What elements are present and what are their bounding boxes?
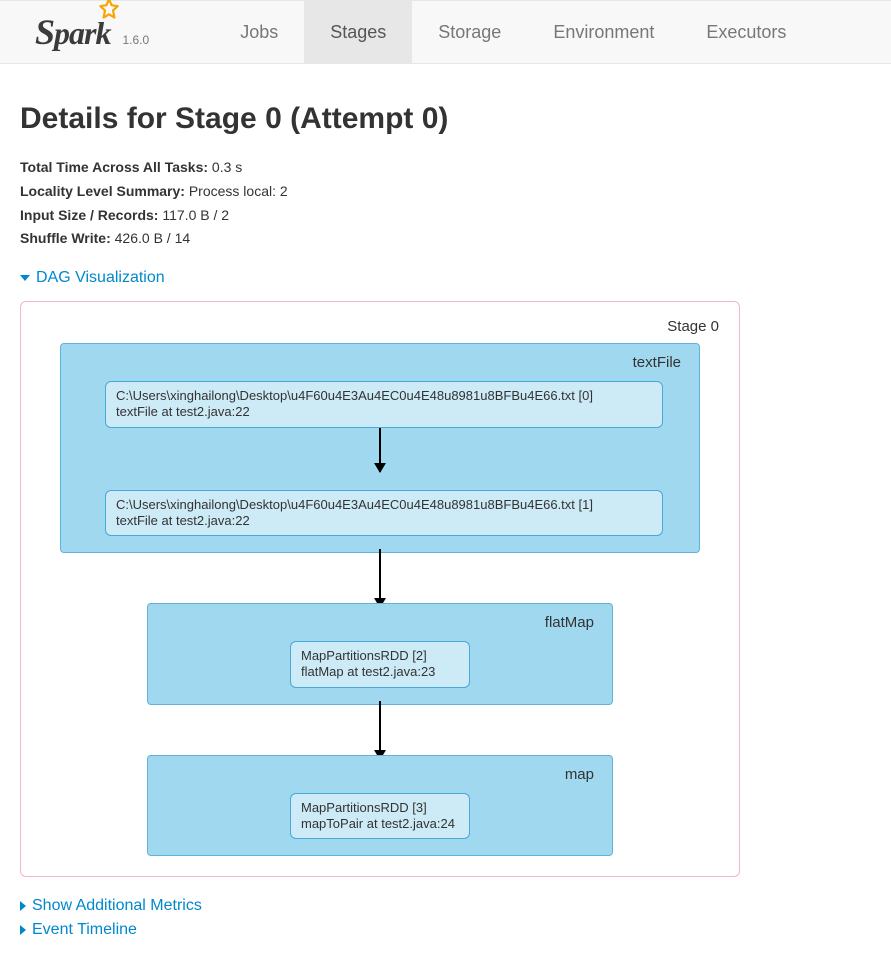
- dag-visualization: Stage 0 textFile C:\Users\xinghailong\De…: [20, 301, 740, 877]
- toggle-additional-metrics-label: Show Additional Metrics: [32, 897, 202, 915]
- metric-shuffle-label: Shuffle Write:: [20, 230, 111, 246]
- metric-locality-value: Process local: 2: [189, 183, 288, 199]
- nav-tab-storage[interactable]: Storage: [412, 1, 527, 63]
- metric-shuffle-value: 426.0 B / 14: [115, 230, 191, 246]
- dag-node-line2: textFile at test2.java:22: [116, 404, 652, 420]
- brand-version: 1.6.0: [122, 33, 149, 47]
- dag-cluster-map-label: map: [162, 766, 598, 783]
- page-title: Details for Stage 0 (Attempt 0): [20, 102, 871, 136]
- nav-tab-environment[interactable]: Environment: [527, 1, 680, 63]
- dag-cluster-textfile: textFile C:\Users\xinghailong\Desktop\u4…: [60, 343, 700, 553]
- dag-node-line1: MapPartitionsRDD [2]: [301, 648, 459, 664]
- chevron-down-icon: [20, 275, 30, 281]
- brand[interactable]: Spark 1.6.0: [35, 11, 149, 53]
- metric-input-value: 117.0 B / 2: [162, 207, 229, 223]
- metric-total-time-value: 0.3 s: [212, 159, 242, 175]
- toggle-additional-metrics[interactable]: Show Additional Metrics: [20, 897, 871, 915]
- dag-cluster-map: map MapPartitionsRDD [3] mapToPair at te…: [147, 755, 613, 857]
- metric-input-label: Input Size / Records:: [20, 207, 158, 223]
- chevron-right-icon: [20, 901, 26, 911]
- dag-connector: [379, 701, 381, 759]
- metric-locality: Locality Level Summary: Process local: 2: [20, 180, 871, 204]
- metric-total-time-label: Total Time Across All Tasks:: [20, 159, 208, 175]
- dag-node-textfile-0[interactable]: C:\Users\xinghailong\Desktop\u4F60u4E3Au…: [105, 381, 663, 428]
- nav-tab-jobs[interactable]: Jobs: [214, 1, 304, 63]
- nav-tab-executors[interactable]: Executors: [680, 1, 812, 63]
- dag-connector: [379, 549, 381, 607]
- brand-logo: Spark: [35, 11, 110, 53]
- dag-node-line2: flatMap at test2.java:23: [301, 664, 459, 680]
- dag-node-flatmap-0[interactable]: MapPartitionsRDD [2] flatMap at test2.ja…: [290, 641, 470, 688]
- metric-input: Input Size / Records: 117.0 B / 2: [20, 204, 871, 228]
- content: Details for Stage 0 (Attempt 0) Total Ti…: [0, 64, 891, 965]
- metric-locality-label: Locality Level Summary:: [20, 183, 185, 199]
- metric-shuffle: Shuffle Write: 426.0 B / 14: [20, 227, 871, 251]
- metric-total-time: Total Time Across All Tasks: 0.3 s: [20, 156, 871, 180]
- nav-tabs: Jobs Stages Storage Environment Executor…: [214, 1, 812, 63]
- chevron-right-icon: [20, 925, 26, 935]
- toggle-event-timeline-label: Event Timeline: [32, 921, 137, 939]
- toggle-dag-visualization[interactable]: DAG Visualization: [20, 269, 871, 287]
- dag-node-map-0[interactable]: MapPartitionsRDD [3] mapToPair at test2.…: [290, 793, 470, 840]
- dag-node-line1: MapPartitionsRDD [3]: [301, 800, 459, 816]
- dag-node-line1: C:\Users\xinghailong\Desktop\u4F60u4E3Au…: [116, 388, 652, 404]
- spark-star-icon: [96, 0, 122, 26]
- dag-node-textfile-1[interactable]: C:\Users\xinghailong\Desktop\u4F60u4E3Au…: [105, 490, 663, 537]
- dag-cluster-flatmap-label: flatMap: [162, 614, 598, 631]
- dag-node-line2: mapToPair at test2.java:24: [301, 816, 459, 832]
- nav-tab-stages[interactable]: Stages: [304, 1, 412, 63]
- toggle-event-timeline[interactable]: Event Timeline: [20, 921, 871, 939]
- metrics-list: Total Time Across All Tasks: 0.3 s Local…: [20, 156, 871, 251]
- dag-cluster-textfile-label: textFile: [75, 354, 685, 371]
- dag-stage-label: Stage 0: [41, 318, 719, 335]
- dag-connector: [379, 428, 381, 472]
- dag-node-line1: C:\Users\xinghailong\Desktop\u4F60u4E3Au…: [116, 497, 652, 513]
- toggle-dag-label: DAG Visualization: [36, 269, 165, 287]
- navbar: Spark 1.6.0 Jobs Stages Storage Environm…: [0, 0, 891, 64]
- dag-node-line2: textFile at test2.java:22: [116, 513, 652, 529]
- dag-cluster-flatmap: flatMap MapPartitionsRDD [2] flatMap at …: [147, 603, 613, 705]
